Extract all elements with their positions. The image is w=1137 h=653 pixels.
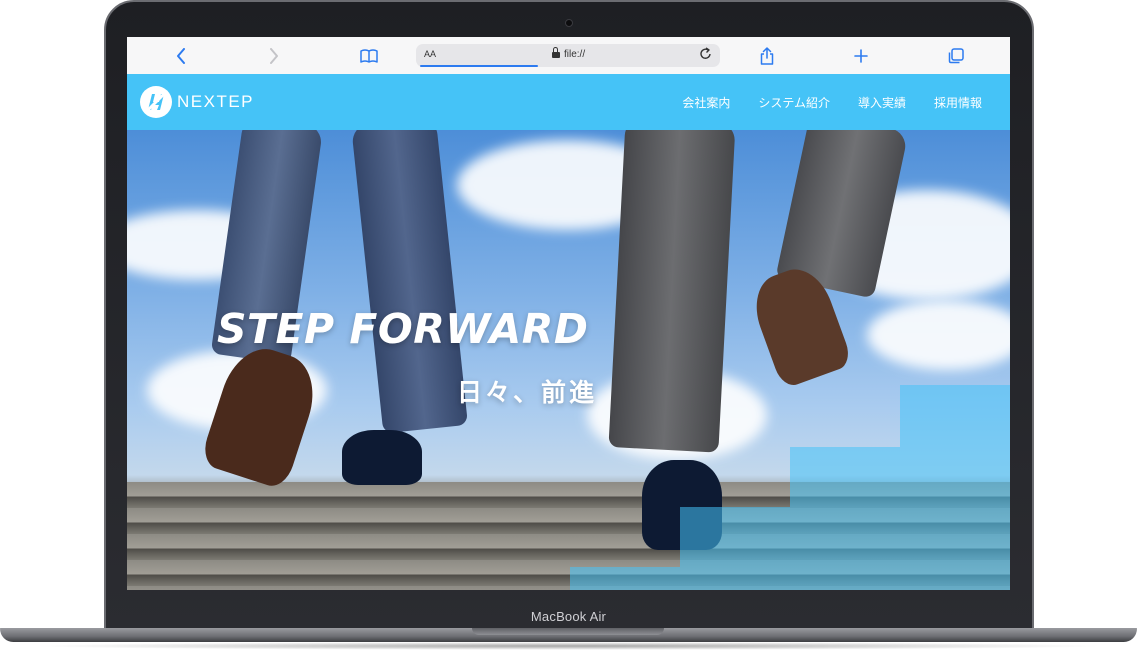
cloud xyxy=(867,300,1010,370)
nav-system[interactable]: システム紹介 xyxy=(758,94,830,111)
logo-mark-icon xyxy=(140,86,172,118)
person-leg xyxy=(608,130,736,453)
text-size-button[interactable]: AA xyxy=(424,49,436,59)
hero-section: STEP FORWARD 日々、前進 xyxy=(127,130,1010,590)
camera-icon xyxy=(565,19,573,27)
address-bar[interactable]: AA file:// xyxy=(416,44,720,67)
person-leg xyxy=(351,130,468,434)
tabs-icon[interactable] xyxy=(945,45,967,67)
logo-text: NEXTEP xyxy=(177,92,255,111)
nav-company[interactable]: 会社案内 xyxy=(682,94,730,111)
nav-results[interactable]: 導入実績 xyxy=(858,94,906,111)
site-header: NEXTEP 会社案内 システム紹介 導入実績 採用情報 xyxy=(127,74,1010,130)
laptop-shadow xyxy=(30,642,1107,650)
reload-icon[interactable] xyxy=(700,47,712,63)
browser-toolbar: AA file:// xyxy=(127,37,1010,75)
forward-icon[interactable] xyxy=(263,45,285,67)
accent-block xyxy=(790,447,1010,507)
shoe xyxy=(342,430,422,485)
nav-recruit[interactable]: 採用情報 xyxy=(934,94,982,111)
device-label: MacBook Air xyxy=(530,609,607,624)
page-load-progress xyxy=(420,65,538,67)
url-text[interactable]: file:// xyxy=(564,49,585,60)
bookmarks-icon[interactable] xyxy=(358,45,380,67)
back-icon[interactable] xyxy=(170,45,192,67)
new-tab-icon[interactable] xyxy=(850,45,872,67)
main-nav: 会社案内 システム紹介 導入実績 採用情報 xyxy=(682,94,982,111)
laptop-notch xyxy=(472,628,664,635)
hero-title: STEP FORWARD xyxy=(217,305,589,353)
hero-subtitle: 日々、前進 xyxy=(457,379,598,407)
site-logo[interactable]: NEXTEP xyxy=(140,86,254,118)
share-icon[interactable] xyxy=(756,45,778,67)
accent-block xyxy=(900,385,1010,447)
lock-icon xyxy=(552,47,560,59)
screen: AA file:// NEXTEP 会社案内 システム紹介 導入実績 採用情報 … xyxy=(127,37,1010,590)
accent-block xyxy=(680,507,1010,567)
accent-block xyxy=(570,567,1010,590)
